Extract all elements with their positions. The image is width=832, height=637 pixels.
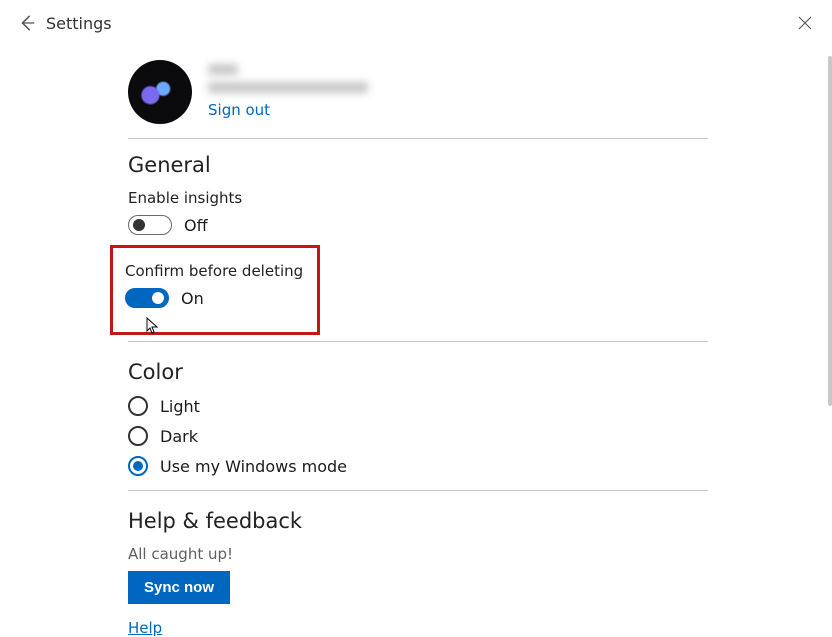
back-button[interactable] <box>14 10 40 36</box>
divider <box>128 490 708 491</box>
confirm-delete-label: Confirm before deleting <box>125 262 305 280</box>
close-icon <box>798 16 812 30</box>
radio-icon <box>128 396 148 416</box>
color-option-label: Light <box>160 397 200 416</box>
confirm-delete-toggle[interactable] <box>125 288 169 308</box>
sync-status: All caught up! <box>128 545 708 563</box>
enable-insights-label: Enable insights <box>128 189 708 207</box>
color-option-light[interactable]: Light <box>128 396 708 416</box>
help-link[interactable]: Help <box>128 619 162 637</box>
section-heading-help: Help & feedback <box>128 509 708 533</box>
avatar <box>128 60 192 124</box>
arrow-left-icon <box>18 14 36 32</box>
sign-out-link[interactable]: Sign out <box>208 101 270 119</box>
radio-icon <box>128 456 148 476</box>
color-option-windows[interactable]: Use my Windows mode <box>128 456 708 476</box>
enable-insights-toggle[interactable] <box>128 215 172 235</box>
confirm-before-deleting-highlight: Confirm before deleting On <box>110 245 320 335</box>
radio-icon <box>128 426 148 446</box>
profile-section: Sign out <box>128 60 708 124</box>
divider <box>128 341 708 342</box>
section-heading-general: General <box>128 153 708 177</box>
confirm-delete-state: On <box>181 289 204 308</box>
scrollbar[interactable] <box>828 56 832 406</box>
enable-insights-state: Off <box>184 216 208 235</box>
color-option-dark[interactable]: Dark <box>128 426 708 446</box>
color-option-label: Use my Windows mode <box>160 457 347 476</box>
cursor-icon <box>145 317 159 339</box>
divider <box>128 138 708 139</box>
sync-now-button[interactable]: Sync now <box>128 571 230 604</box>
close-button[interactable] <box>792 10 818 36</box>
profile-name-redacted <box>208 64 238 75</box>
section-heading-color: Color <box>128 360 708 384</box>
profile-email-redacted <box>208 82 368 93</box>
color-option-label: Dark <box>160 427 198 446</box>
page-title: Settings <box>46 14 112 33</box>
